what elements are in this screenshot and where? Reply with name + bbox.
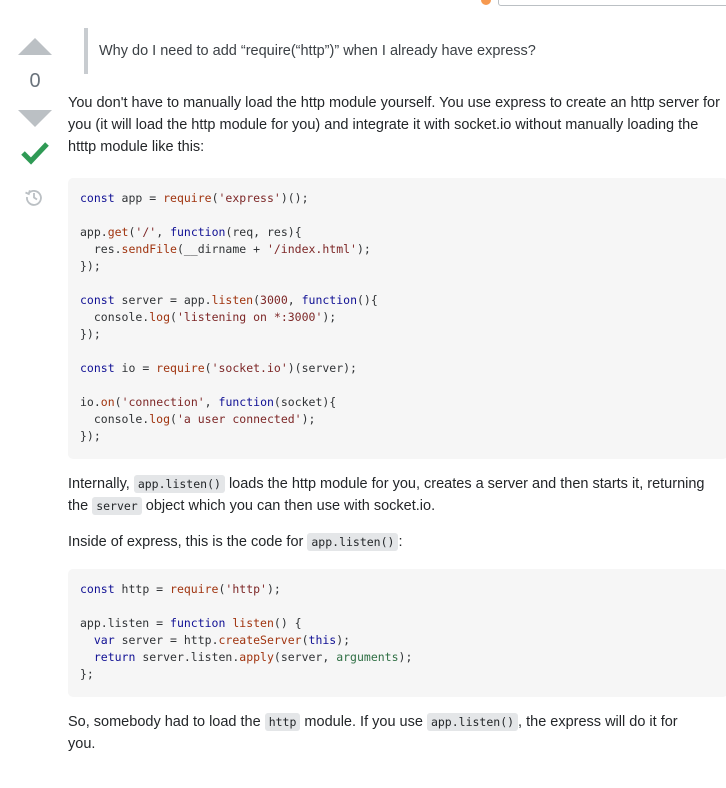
code-line: io.on('connection', function(socket){ [80,395,337,409]
top-clipped-bar [0,0,726,6]
inline-code-http: http [264,713,301,731]
answer-post: Why do I need to add “require(“http”)” w… [68,28,726,755]
history-clock-icon[interactable] [24,187,44,207]
code-line: }); [80,429,101,443]
notification-dot-icon [481,0,491,5]
accepted-checkmark-icon [21,142,49,165]
code-block-1[interactable]: const app = require('express')(); app.get… [68,178,726,459]
answer-paragraph-4: So, somebody had to load the http module… [68,713,678,752]
upvote-arrow-icon[interactable] [18,38,52,55]
code-line: }); [80,327,101,341]
code-line: }; [80,667,94,681]
question-quote-text: Why do I need to add “require(“http”)” w… [99,43,536,59]
code-line: var server = http.createServer(this); [93,633,351,647]
inline-code-app-listen: app.listen() [307,533,399,551]
question-quote: Why do I need to add “require(“http”)” w… [84,28,726,74]
vote-count: 0 [29,70,41,92]
code-block-2[interactable]: const http = require('http'); app.listen … [68,569,726,697]
code-line: const io = require('socket.io')(server); [80,361,357,375]
code-line: console.log('a user connected'); [80,412,316,426]
clipped-input-box[interactable] [498,0,726,6]
code-line: app.listen = function listen() { [80,616,302,630]
code-line: return server.listen.apply(server, argum… [93,650,413,664]
answer-paragraph-2: Internally, app.listen() loads the http … [68,475,705,515]
code-line: app.get('/', function(req, res){ [80,225,302,239]
answer-paragraph-1: You don't have to manually load the http… [68,95,720,155]
inline-code-app-listen: app.listen() [426,713,519,731]
answer-paragraph-3: Inside of express, this is the code for … [68,533,403,551]
code-line: }); [80,259,101,273]
code-line: const server = app.listen(3000, function… [80,293,378,307]
downvote-arrow-icon[interactable] [18,110,52,127]
inline-code-server: server [92,497,142,515]
code-line: console.log('listening on *:3000'); [80,310,337,324]
code-line: const http = require('http'); [80,582,281,596]
inline-code-app-listen: app.listen() [133,475,225,493]
code-line: const app = require('express')(); [80,191,309,205]
code-line: res.sendFile(__dirname + '/index.html'); [80,242,371,256]
